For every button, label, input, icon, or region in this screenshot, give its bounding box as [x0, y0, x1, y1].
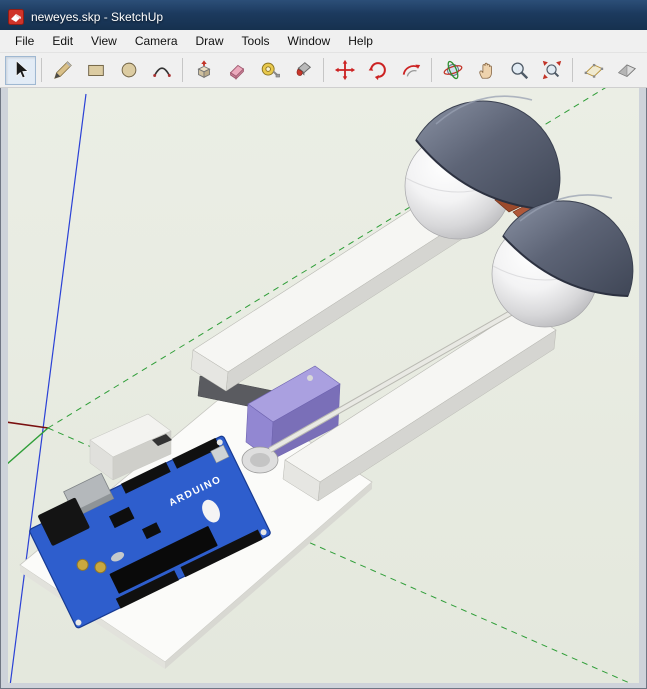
- window-title: neweyes.skp - SketchUp: [31, 10, 164, 24]
- move-icon: [334, 59, 355, 81]
- tool-select[interactable]: [5, 55, 36, 85]
- zoom-magnifier-icon: [510, 62, 528, 80]
- offset-icon: [402, 64, 420, 77]
- tool-push-pull[interactable]: [188, 56, 219, 85]
- eraser-icon: [229, 64, 244, 80]
- tool-move[interactable]: [329, 56, 360, 85]
- sketchup-window: { "window": { "title": "neweyes.skp - Sk…: [0, 0, 647, 689]
- tool-bar: [0, 53, 647, 88]
- tool-zoom-extents[interactable]: [536, 56, 567, 85]
- menu-tools[interactable]: Tools: [233, 31, 279, 51]
- title-bar: neweyes.skp - SketchUp: [0, 0, 647, 30]
- rectangle-icon: [87, 64, 104, 76]
- tool-section-display[interactable]: [611, 56, 642, 85]
- tool-arc[interactable]: [146, 56, 177, 85]
- toolbar-separator: [182, 58, 183, 82]
- tool-rectangle[interactable]: [80, 56, 111, 85]
- pan-hand-icon: [478, 62, 492, 79]
- section-plane-icon: [584, 63, 603, 78]
- menu-view[interactable]: View: [82, 31, 126, 51]
- tool-circle[interactable]: [113, 56, 144, 85]
- menu-camera[interactable]: Camera: [126, 31, 187, 51]
- toolbar-separator: [323, 58, 324, 82]
- tool-section-plane[interactable]: [578, 56, 609, 85]
- tool-eraser[interactable]: [221, 56, 252, 85]
- paint-bucket-icon: [296, 62, 311, 76]
- section-display-icon: [617, 64, 636, 77]
- tool-offset[interactable]: [395, 56, 426, 85]
- menu-help[interactable]: Help: [339, 31, 382, 51]
- model-scene: ARDUINO: [8, 88, 634, 683]
- arc-icon: [152, 67, 171, 77]
- tool-zoom[interactable]: [503, 56, 534, 85]
- 3d-viewport[interactable]: ARDUINO: [8, 88, 639, 683]
- pencil-icon: [53, 61, 72, 79]
- toolbar-separator: [572, 58, 573, 82]
- menu-file[interactable]: File: [6, 31, 43, 51]
- rotate-icon: [368, 62, 386, 81]
- circle-icon: [121, 62, 136, 78]
- menu-draw[interactable]: Draw: [187, 31, 233, 51]
- select-arrow-icon: [15, 60, 29, 79]
- tool-tape-measure[interactable]: [254, 56, 285, 85]
- orbit-icon: [443, 60, 462, 80]
- toolbar-separator: [41, 58, 42, 82]
- tool-orbit[interactable]: [437, 56, 468, 85]
- tool-paint-bucket[interactable]: [287, 56, 318, 85]
- tool-pan[interactable]: [470, 56, 501, 85]
- sketchup-app-icon: [8, 9, 24, 25]
- menu-window[interactable]: Window: [279, 31, 340, 51]
- tool-rotate[interactable]: [362, 56, 393, 85]
- push-pull-icon: [196, 60, 211, 79]
- toolbar-separator: [431, 58, 432, 82]
- menu-edit[interactable]: Edit: [43, 31, 82, 51]
- zoom-extents-icon: [542, 60, 561, 80]
- tool-line[interactable]: [47, 56, 78, 85]
- tape-measure-icon: [261, 62, 280, 78]
- menu-bar: File Edit View Camera Draw Tools Window …: [0, 30, 647, 53]
